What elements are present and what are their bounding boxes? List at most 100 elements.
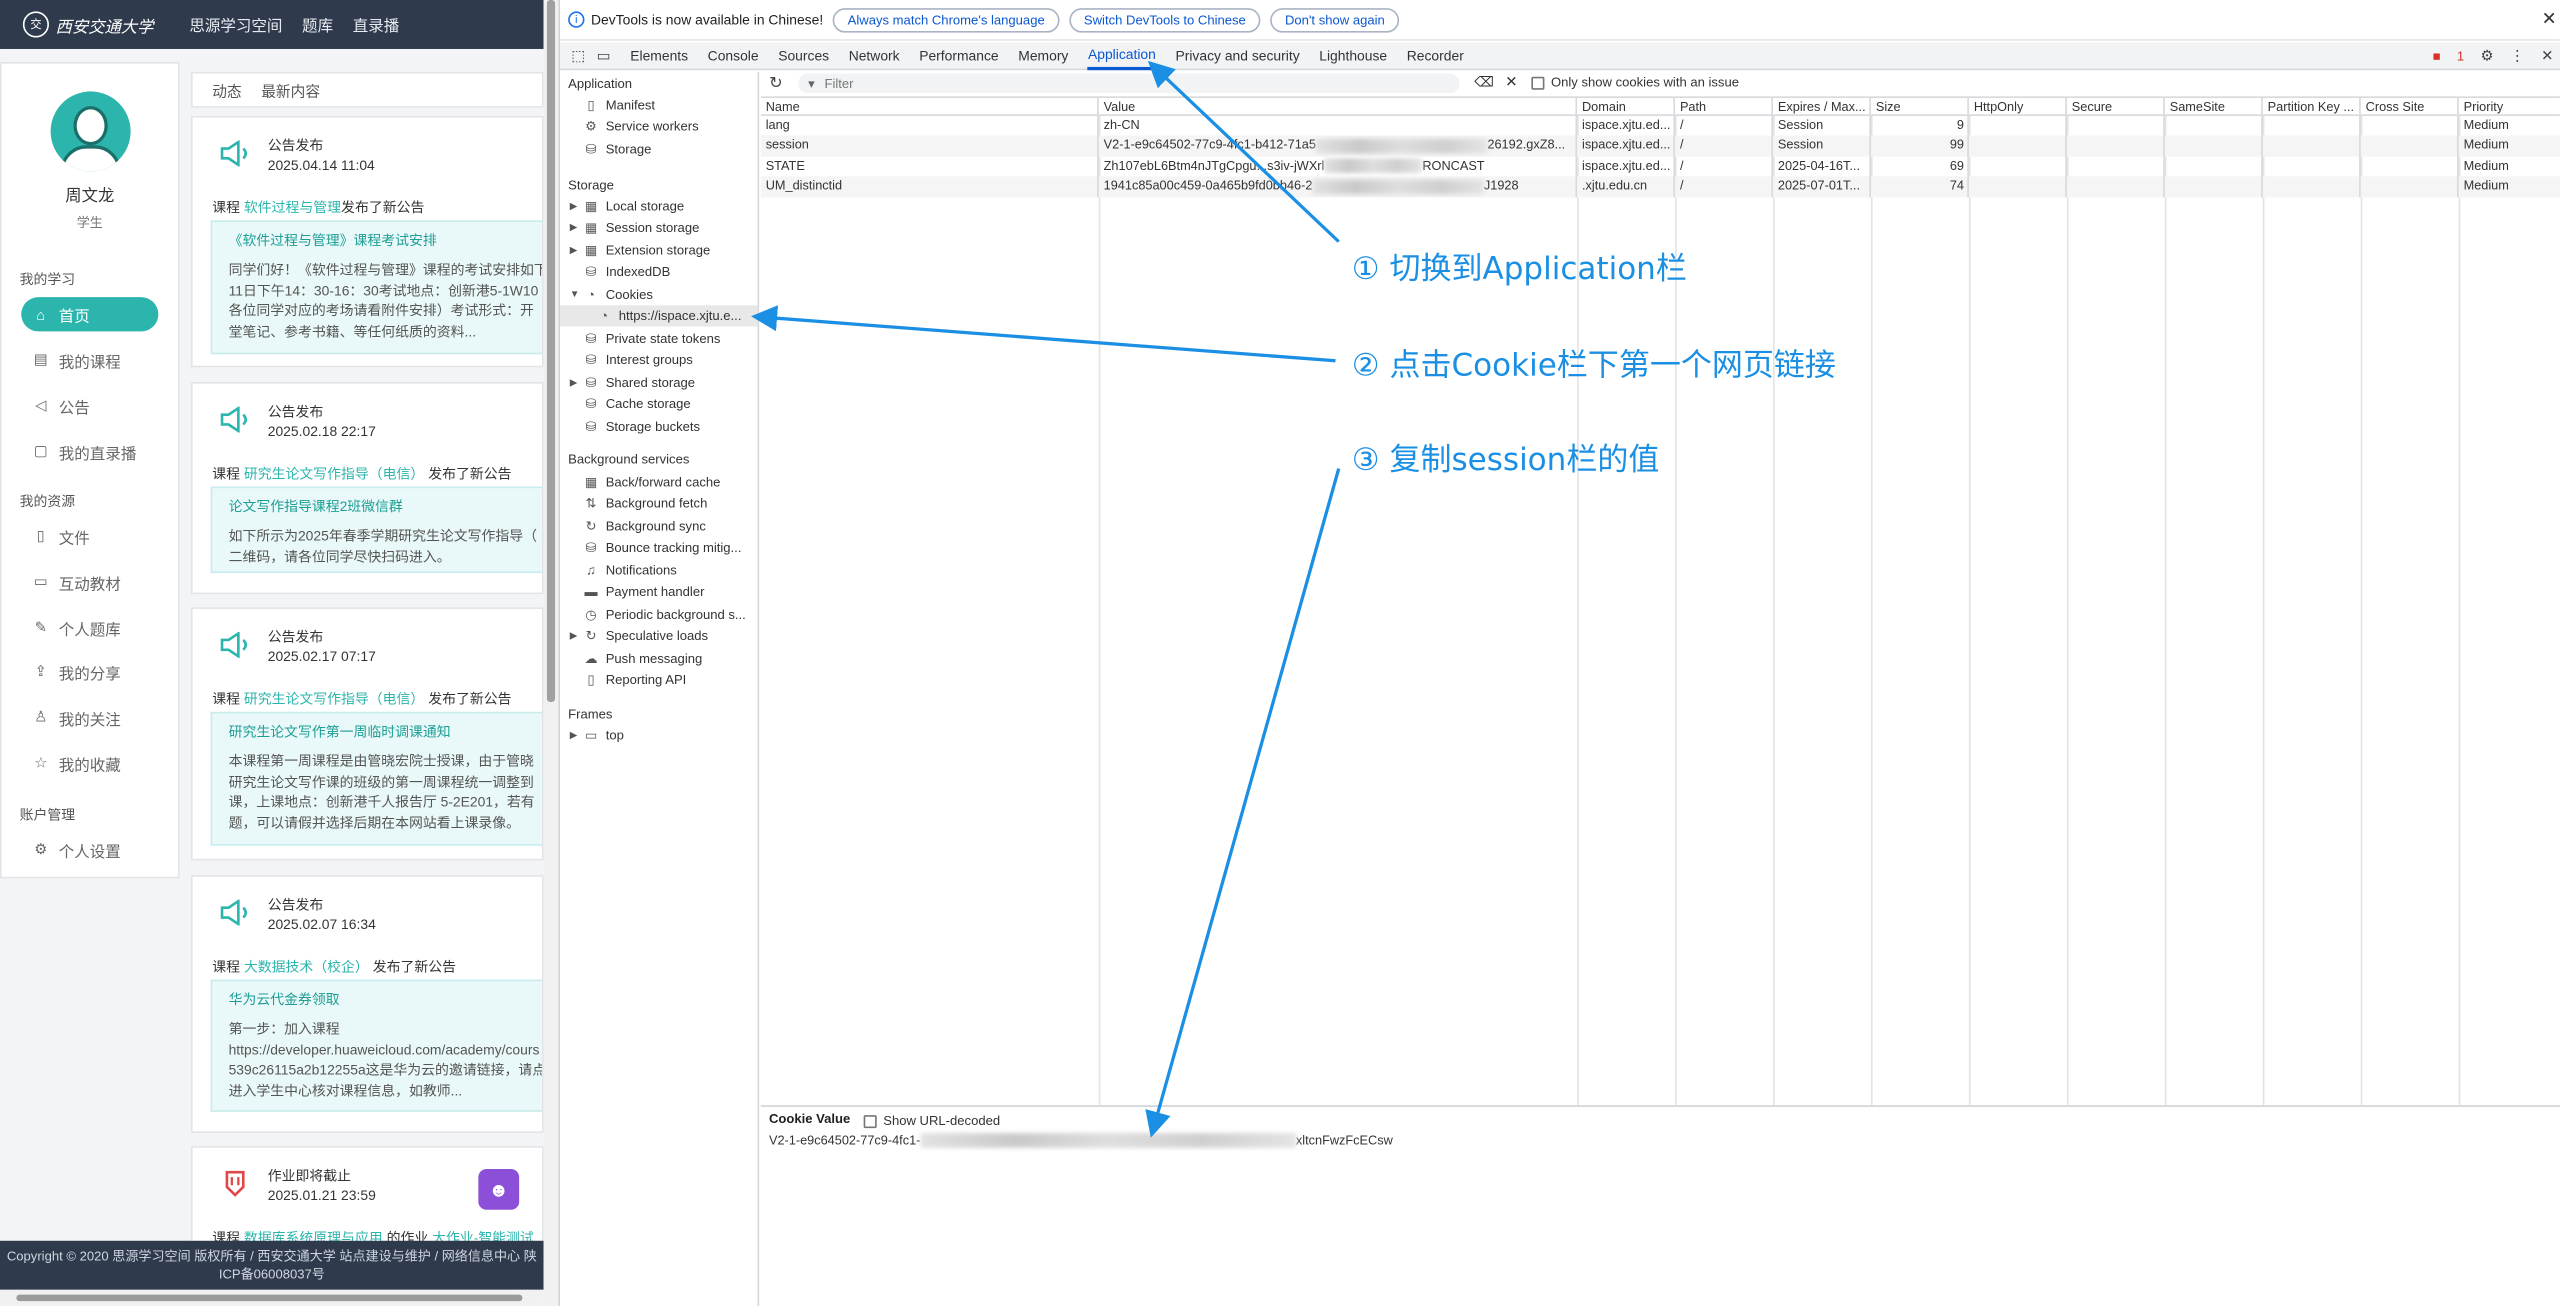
menu-item-follows[interactable]: ♙ 我的关注 bbox=[21, 700, 158, 734]
menu-item-settings[interactable]: ⚙ 个人设置 bbox=[21, 833, 158, 867]
course-link[interactable]: 软件过程与管理 bbox=[244, 199, 341, 215]
column-header-secure[interactable]: Secure bbox=[2067, 97, 2165, 115]
nav-reporting-api[interactable]: ▯ Reporting API bbox=[583, 669, 686, 690]
feed-card[interactable]: 公告发布 2025.04.14 11:04 课程 软件过程与管理发布了新公告 《… bbox=[191, 115, 544, 368]
announcement-box[interactable]: 《软件过程与管理》课程考试安排 同学们好！《软件过程与管理》课程的考试安排如下 … bbox=[210, 220, 543, 355]
column-header-httponly[interactable]: HttpOnly bbox=[1969, 97, 2067, 115]
nav-periodic-sync[interactable]: ◷ Periodic background s... bbox=[583, 604, 746, 625]
tab-network[interactable]: Network bbox=[849, 42, 900, 70]
inspect-element-icon[interactable]: ⬚ bbox=[571, 47, 585, 65]
nav-private-state-tokens[interactable]: ⛁ Private state tokens bbox=[583, 328, 721, 349]
column-header-samesite[interactable]: SameSite bbox=[2165, 97, 2263, 115]
column-header-cross-site[interactable]: Cross Site bbox=[2361, 97, 2459, 115]
more-options-icon[interactable]: ⋮ bbox=[2510, 47, 2525, 65]
announcement-box[interactable]: 研究生论文写作第一周临时调课通知 本课程第一周课程是由管晓宏院士授课，由于管晓 … bbox=[210, 711, 543, 846]
nav-link-space[interactable]: 思源学习空间 bbox=[189, 13, 282, 36]
nav-extension-storage[interactable]: ▶ ▦ Extension storage bbox=[570, 240, 710, 261]
announcement-box[interactable]: 华为云代金券领取 第一步：加入课程 https://developer.huaw… bbox=[210, 979, 543, 1112]
assistant-robot-icon[interactable]: ☻ bbox=[478, 1168, 520, 1210]
course-link[interactable]: 大数据技术（校企） bbox=[244, 958, 369, 974]
tab-sources[interactable]: Sources bbox=[778, 42, 829, 70]
menu-item-question-bank[interactable]: ✎ 个人题库 bbox=[21, 611, 158, 645]
url-decoded-checkbox[interactable]: Show URL-decoded bbox=[863, 1113, 1000, 1128]
nav-shared-storage[interactable]: ▶ ⛁ Shared storage bbox=[570, 372, 695, 393]
column-header-name[interactable]: Name bbox=[761, 97, 1099, 115]
clear-all-cookies-icon[interactable]: ⌫ bbox=[1474, 73, 1494, 91]
nav-bounce-tracking[interactable]: ⛁ Bounce tracking mitig... bbox=[583, 537, 742, 558]
tab-console[interactable]: Console bbox=[708, 42, 759, 70]
nav-back-forward-cache[interactable]: ▦ Back/forward cache bbox=[583, 472, 721, 493]
column-header-path[interactable]: Path bbox=[1675, 97, 1774, 115]
menu-item-files[interactable]: ▯ 文件 bbox=[21, 519, 158, 553]
column-header-expires[interactable]: Expires / Max... bbox=[1773, 97, 1871, 115]
course-link[interactable]: 研究生论文写作指导（电信） bbox=[244, 691, 424, 707]
close-icon[interactable]: ✕ bbox=[2542, 8, 2557, 30]
menu-item-favorites[interactable]: ☆ 我的收藏 bbox=[21, 746, 158, 780]
menu-item-shares[interactable]: ⇪ 我的分享 bbox=[21, 655, 158, 689]
feed-card[interactable]: 公告发布 2025.02.17 07:17 课程 研究生论文写作指导（电信） 发… bbox=[191, 607, 544, 861]
tab-recorder[interactable]: Recorder bbox=[1407, 42, 1464, 70]
nav-background-fetch[interactable]: ⇅ Background fetch bbox=[583, 493, 708, 514]
switch-to-chinese-button[interactable]: Switch DevTools to Chinese bbox=[1069, 7, 1261, 32]
table-row[interactable]: UM_distinctid 1941c85a00c459-0a465b9fd0b… bbox=[760, 176, 2560, 197]
nav-push-messaging[interactable]: ☁ Push messaging bbox=[583, 648, 702, 669]
column-header-domain[interactable]: Domain bbox=[1577, 97, 1676, 115]
table-row[interactable]: session V2-1-e9c64502-77c9-4fc1-b412-71a… bbox=[760, 136, 2560, 157]
nav-manifest[interactable]: ▯ Manifest bbox=[583, 95, 655, 116]
avatar[interactable] bbox=[50, 91, 131, 172]
nav-storage-buckets[interactable]: ⛁ Storage buckets bbox=[583, 416, 701, 437]
delete-selected-icon[interactable]: ✕ bbox=[1505, 73, 1517, 91]
menu-item-courses[interactable]: ▤ 我的课程 bbox=[21, 343, 158, 377]
close-devtools-icon[interactable]: ✕ bbox=[2541, 47, 2553, 65]
nav-session-storage[interactable]: ▶ ▦ Session storage bbox=[570, 217, 700, 238]
column-header-value[interactable]: Value bbox=[1099, 97, 1578, 115]
nav-payment-handler[interactable]: ▬ Payment handler bbox=[583, 581, 704, 602]
nav-cookie-origin-ispace[interactable]: ◔ https://ispace.xjtu.e... bbox=[559, 305, 758, 327]
column-header-size[interactable]: Size bbox=[1871, 97, 1969, 115]
university-logo[interactable]: 交 西安交通大学 bbox=[22, 11, 153, 38]
nav-frame-top[interactable]: ▶ ▭ top bbox=[570, 725, 624, 746]
filter-input[interactable]: ▾ Filter bbox=[798, 73, 1460, 94]
nav-service-workers[interactable]: ⚙ Service workers bbox=[583, 116, 698, 137]
menu-item-announcements[interactable]: ◁ 公告 bbox=[21, 389, 158, 423]
nav-cookies[interactable]: ▼ ◔ Cookies bbox=[570, 284, 653, 305]
tab-activity[interactable]: 动态 bbox=[212, 79, 241, 100]
announcement-box[interactable]: 论文写作指导课程2班微信群 如下所示为2025年春季学期研究生论文写作指导（ 二… bbox=[210, 486, 543, 574]
settings-gear-icon[interactable]: ⚙ bbox=[2481, 47, 2494, 65]
dont-show-again-button[interactable]: Don't show again bbox=[1270, 7, 1400, 32]
nav-storage-overview[interactable]: ⛁ Storage bbox=[583, 139, 652, 160]
menu-item-home[interactable]: ⌂ 首页 bbox=[21, 297, 159, 332]
nav-local-storage[interactable]: ▶ ▦ Local storage bbox=[570, 196, 684, 217]
nav-interest-groups[interactable]: ⛁ Interest groups bbox=[583, 349, 693, 370]
only-issues-checkbox[interactable]: Only show cookies with an issue bbox=[1531, 75, 1739, 90]
match-language-button[interactable]: Always match Chrome's language bbox=[832, 7, 1060, 32]
course-link[interactable]: 研究生论文写作指导（电信） bbox=[244, 465, 424, 481]
tab-elements[interactable]: Elements bbox=[630, 42, 688, 70]
nav-background-sync[interactable]: ↻ Background sync bbox=[583, 516, 706, 537]
feed-card[interactable]: 公告发布 2025.02.18 22:17 课程 研究生论文写作指导（电信） 发… bbox=[191, 382, 544, 595]
nav-speculative-loads[interactable]: ▶ ↻ Speculative loads bbox=[570, 625, 708, 646]
feed-card[interactable]: 公告发布 2025.02.07 16:34 课程 大数据技术（校企） 发布了新公… bbox=[191, 875, 544, 1134]
column-header-partition-key[interactable]: Partition Key ... bbox=[2263, 97, 2361, 115]
table-row[interactable]: STATE Zh107ebL6Btm4nJTgCpgu...s3iv-jWXrl… bbox=[761, 156, 2560, 177]
tab-lighthouse[interactable]: Lighthouse bbox=[1319, 42, 1387, 70]
nav-link-question-bank[interactable]: 题库 bbox=[302, 13, 333, 36]
device-toolbar-icon[interactable]: ▭ bbox=[597, 47, 611, 65]
table-row[interactable]: lang zh-CN ispace.xjtu.ed... / Session 9… bbox=[761, 115, 2560, 137]
menu-item-live[interactable]: ▢ 我的直录播 bbox=[21, 434, 158, 468]
tab-performance[interactable]: Performance bbox=[919, 42, 998, 70]
error-count-badge[interactable]: ■ 1 bbox=[2433, 49, 2465, 64]
tab-memory[interactable]: Memory bbox=[1018, 42, 1068, 70]
vertical-scrollbar[interactable] bbox=[543, 0, 559, 1306]
nav-notifications[interactable]: ♫ Notifications bbox=[583, 560, 677, 581]
nav-link-live[interactable]: 直录播 bbox=[353, 13, 400, 36]
tab-privacy-security[interactable]: Privacy and security bbox=[1175, 42, 1299, 70]
refresh-icon[interactable]: ↻ bbox=[769, 74, 783, 92]
menu-item-textbooks[interactable]: ▭ 互动教材 bbox=[21, 565, 158, 599]
nav-cache-storage[interactable]: ⛁ Cache storage bbox=[583, 393, 691, 414]
tab-application[interactable]: Application bbox=[1087, 42, 1156, 70]
nav-indexeddb[interactable]: ⛁ IndexedDB bbox=[583, 261, 671, 282]
horizontal-scrollbar[interactable] bbox=[0, 1289, 544, 1306]
cookie-value-text[interactable]: V2-1-e9c64502-77c9-4fc1- xltcnFwzFcECsw bbox=[769, 1133, 1393, 1149]
column-header-priority[interactable]: Priority bbox=[2459, 98, 2560, 115]
